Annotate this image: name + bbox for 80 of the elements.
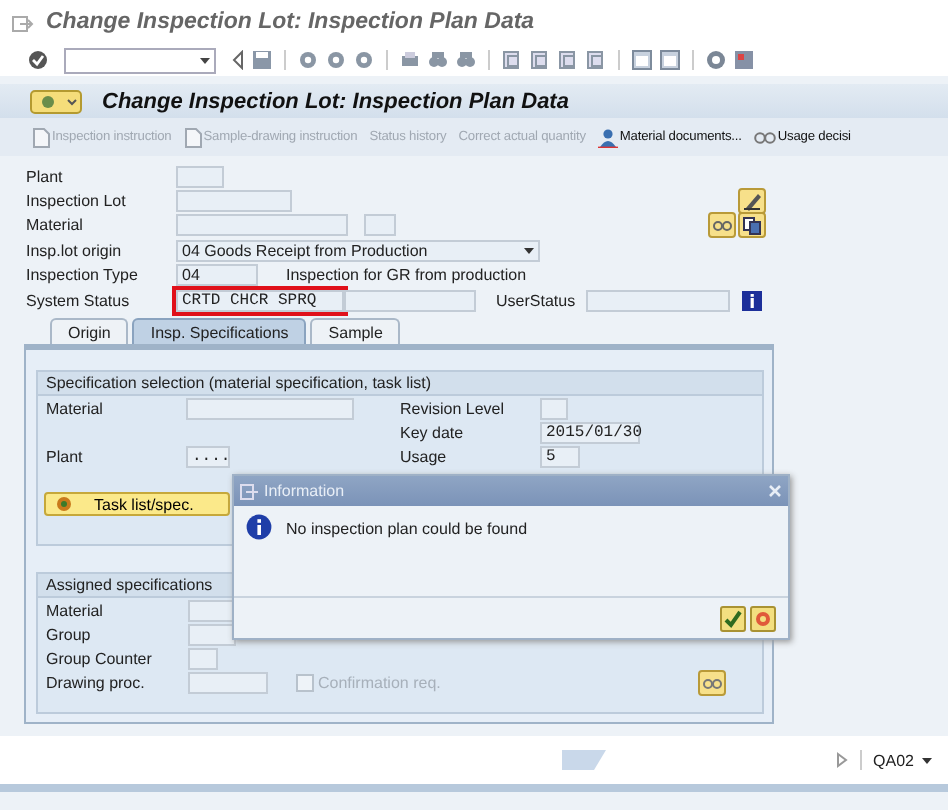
help-icon[interactable] bbox=[706, 50, 726, 70]
cancel-button[interactable] bbox=[750, 605, 776, 631]
play-icon bbox=[835, 752, 848, 769]
binoculars-icon[interactable] bbox=[456, 50, 476, 70]
input-field[interactable] bbox=[176, 165, 224, 188]
field-label: Material bbox=[26, 216, 85, 235]
check-icon[interactable] bbox=[28, 50, 48, 70]
glasses-icon[interactable] bbox=[708, 212, 736, 239]
input-field[interactable]: CRTD CHCR SPRQ bbox=[176, 289, 344, 312]
field-label: Group bbox=[46, 625, 93, 644]
input-field[interactable]: .... bbox=[186, 445, 230, 468]
input-field[interactable] bbox=[586, 289, 730, 312]
screen-title: Change Inspection Lot: Inspection Plan Data bbox=[102, 89, 569, 113]
field-label: Usage bbox=[400, 447, 449, 466]
command-field[interactable] bbox=[64, 47, 216, 73]
tab[interactable]: Sample bbox=[310, 318, 401, 345]
info-icon bbox=[246, 514, 272, 540]
menu-icon[interactable] bbox=[30, 89, 82, 113]
field-label: Drawing proc. bbox=[46, 673, 147, 692]
field-label: Material bbox=[46, 601, 105, 620]
circle-icon[interactable] bbox=[354, 50, 374, 70]
field-label: UserStatus bbox=[496, 291, 578, 310]
field-label: Inspection Lot bbox=[26, 192, 128, 211]
input-field[interactable] bbox=[540, 397, 568, 420]
input-field[interactable]: 2015/01/30 bbox=[540, 421, 640, 444]
field-label: Key date bbox=[400, 423, 466, 442]
tab[interactable]: Origin bbox=[50, 318, 129, 345]
field-description: Inspection for GR from production bbox=[286, 266, 527, 285]
field-label: Revision Level bbox=[400, 399, 507, 418]
dropdown-icon bbox=[524, 247, 534, 254]
page-icon bbox=[32, 127, 50, 147]
glasses-icon bbox=[753, 128, 776, 146]
close-icon bbox=[768, 484, 782, 498]
checkbox-label: Confirmation req. bbox=[318, 673, 441, 692]
person-icon bbox=[597, 127, 618, 147]
dialog-title: Information bbox=[264, 482, 345, 500]
field-label: Insp.lot origin bbox=[26, 241, 124, 260]
field-label: Material bbox=[46, 399, 105, 418]
input-field[interactable] bbox=[176, 190, 292, 213]
cancel-icon bbox=[750, 605, 776, 631]
binoculars-icon[interactable] bbox=[428, 50, 448, 70]
tab[interactable]: Insp. Specifications bbox=[132, 318, 307, 345]
info-icon[interactable] bbox=[738, 287, 766, 314]
close-button[interactable] bbox=[768, 484, 782, 498]
back-icon[interactable] bbox=[232, 50, 244, 70]
task-list-button[interactable]: Task list/spec. bbox=[44, 492, 230, 517]
system-name[interactable]: QA02 bbox=[873, 751, 914, 770]
input-field[interactable] bbox=[188, 671, 268, 694]
field-label: Plant bbox=[46, 447, 85, 466]
input-field[interactable] bbox=[188, 599, 236, 622]
save-icon[interactable] bbox=[252, 50, 272, 70]
circle-icon[interactable] bbox=[298, 50, 318, 70]
input-field[interactable] bbox=[364, 214, 396, 237]
copy-icon[interactable] bbox=[738, 212, 766, 239]
input-field[interactable] bbox=[186, 397, 354, 420]
input-field[interactable] bbox=[188, 647, 218, 670]
input-field[interactable] bbox=[344, 289, 476, 312]
ok-button[interactable] bbox=[720, 605, 746, 631]
edit-icon[interactable] bbox=[738, 188, 766, 215]
field-label: Plant bbox=[26, 167, 65, 186]
input-field[interactable] bbox=[176, 214, 348, 237]
window-title: Change Inspection Lot: Inspection Plan Data bbox=[46, 10, 535, 34]
input-field[interactable]: 04 bbox=[176, 264, 258, 287]
check-icon bbox=[720, 605, 746, 631]
dropdown[interactable]: 04 Goods Receipt from Production bbox=[176, 239, 540, 262]
glasses-icon[interactable] bbox=[698, 669, 726, 696]
printer-icon[interactable] bbox=[400, 50, 420, 70]
field-label: System Status bbox=[26, 291, 132, 310]
field-label: Inspection Type bbox=[26, 266, 140, 285]
circle-icon[interactable] bbox=[326, 50, 346, 70]
input-field[interactable] bbox=[188, 623, 236, 646]
group-title: Specification selection (material specification, task list) bbox=[38, 372, 762, 397]
dropdown-icon[interactable] bbox=[922, 757, 932, 764]
page-icon bbox=[183, 127, 202, 147]
field-label: Group Counter bbox=[46, 649, 154, 668]
input-field[interactable]: 5 bbox=[540, 445, 580, 468]
exit-icon bbox=[12, 13, 34, 31]
dialog-message: No inspection plan could be found bbox=[286, 518, 528, 542]
exit-icon bbox=[240, 483, 258, 499]
dropdown-icon bbox=[200, 57, 210, 63]
